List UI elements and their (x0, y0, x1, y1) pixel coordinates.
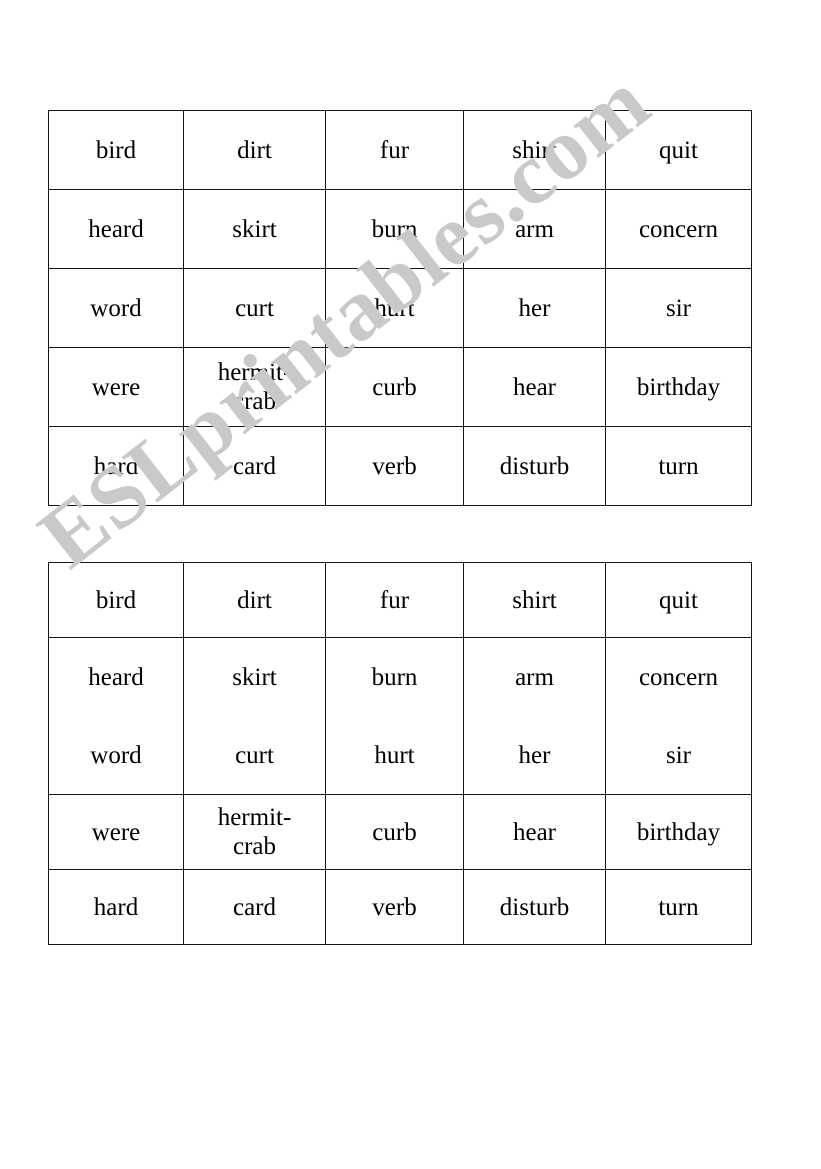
word-cell[interactable]: birthday (605, 347, 752, 427)
table-row: were hermit-crab curb hear birthday (48, 794, 752, 870)
word-cell[interactable]: curb (325, 794, 464, 870)
word-cell[interactable]: word (48, 268, 184, 348)
word-cell-merged[interactable]: skirt curt (183, 637, 326, 795)
word-cell-text: burn (371, 663, 418, 691)
word-cell[interactable]: shirt (463, 110, 606, 190)
word-cell-hyphenated[interactable]: hermit-crab (183, 794, 326, 870)
word-cell-hyphenated[interactable]: hermit-crab (183, 347, 326, 427)
table-row: word curt hurt her sir (48, 268, 752, 348)
word-cell[interactable]: card (183, 426, 326, 506)
word-cell[interactable]: hurt (325, 268, 464, 348)
word-cell[interactable]: disturb (463, 426, 606, 506)
word-cell-text: hermit-crab (217, 804, 292, 860)
table-row: bird dirt fur shirt quit (48, 110, 752, 190)
word-cell[interactable]: arm (463, 189, 606, 269)
table-row-merged: heard word skirt curt burn hurt arm her … (48, 637, 752, 795)
word-cell[interactable]: card (183, 869, 326, 945)
word-cell[interactable]: hear (463, 794, 606, 870)
word-cell-text: curt (235, 741, 274, 769)
table-row: hard card verb disturb turn (48, 869, 752, 945)
word-cell-text: arm (515, 663, 554, 691)
word-cell-merged[interactable]: heard word (48, 637, 184, 795)
word-cell[interactable]: disturb (463, 869, 606, 945)
word-cell-merged[interactable]: arm her (463, 637, 606, 795)
word-cell-text: skirt (232, 663, 277, 691)
word-cell[interactable]: verb (325, 426, 464, 506)
word-cell[interactable]: concern (605, 189, 752, 269)
word-grid-one: bird dirt fur shirt quit heard skirt bur… (48, 110, 752, 506)
word-grid-two: bird dirt fur shirt quit heard word skir… (48, 562, 752, 945)
worksheet-page: bird dirt fur shirt quit heard skirt bur… (0, 0, 821, 1169)
word-cell[interactable]: hard (48, 426, 184, 506)
word-cell[interactable]: fur (325, 562, 464, 638)
word-cell[interactable]: were (48, 347, 184, 427)
word-cell[interactable]: bird (48, 562, 184, 638)
word-cell-merged[interactable]: concern sir (605, 637, 752, 795)
word-cell[interactable]: her (463, 268, 606, 348)
word-cell[interactable]: curt (183, 268, 326, 348)
table-row: heard skirt burn arm concern (48, 189, 752, 269)
word-cell[interactable]: quit (605, 562, 752, 638)
word-cell[interactable]: dirt (183, 110, 326, 190)
table-row: bird dirt fur shirt quit (48, 562, 752, 638)
word-cell[interactable]: skirt (183, 189, 326, 269)
word-cell[interactable]: quit (605, 110, 752, 190)
word-cell[interactable]: hear (463, 347, 606, 427)
word-cell-text: sir (666, 741, 691, 769)
word-cell[interactable]: verb (325, 869, 464, 945)
table-row: were hermit-crab curb hear birthday (48, 347, 752, 427)
word-cell-text: concern (638, 663, 719, 691)
word-cell[interactable]: hard (48, 869, 184, 945)
word-cell-merged[interactable]: burn hurt (325, 637, 464, 795)
word-cell[interactable]: dirt (183, 562, 326, 638)
word-cell[interactable]: sir (605, 268, 752, 348)
word-cell-text: hurt (374, 741, 415, 769)
word-cell[interactable]: shirt (463, 562, 606, 638)
word-cell-text: heard (88, 663, 144, 691)
word-cell[interactable]: turn (605, 869, 752, 945)
word-cell[interactable]: burn (325, 189, 464, 269)
word-cell[interactable]: birthday (605, 794, 752, 870)
word-cell-text: hermit-crab (217, 359, 292, 415)
word-cell[interactable]: curb (325, 347, 464, 427)
table-row: hard card verb disturb turn (48, 426, 752, 506)
word-cell-text: word (90, 741, 142, 769)
word-cell[interactable]: bird (48, 110, 184, 190)
word-cell[interactable]: fur (325, 110, 464, 190)
word-cell[interactable]: were (48, 794, 184, 870)
word-cell[interactable]: heard (48, 189, 184, 269)
word-cell[interactable]: turn (605, 426, 752, 506)
word-cell-text: her (518, 741, 551, 769)
